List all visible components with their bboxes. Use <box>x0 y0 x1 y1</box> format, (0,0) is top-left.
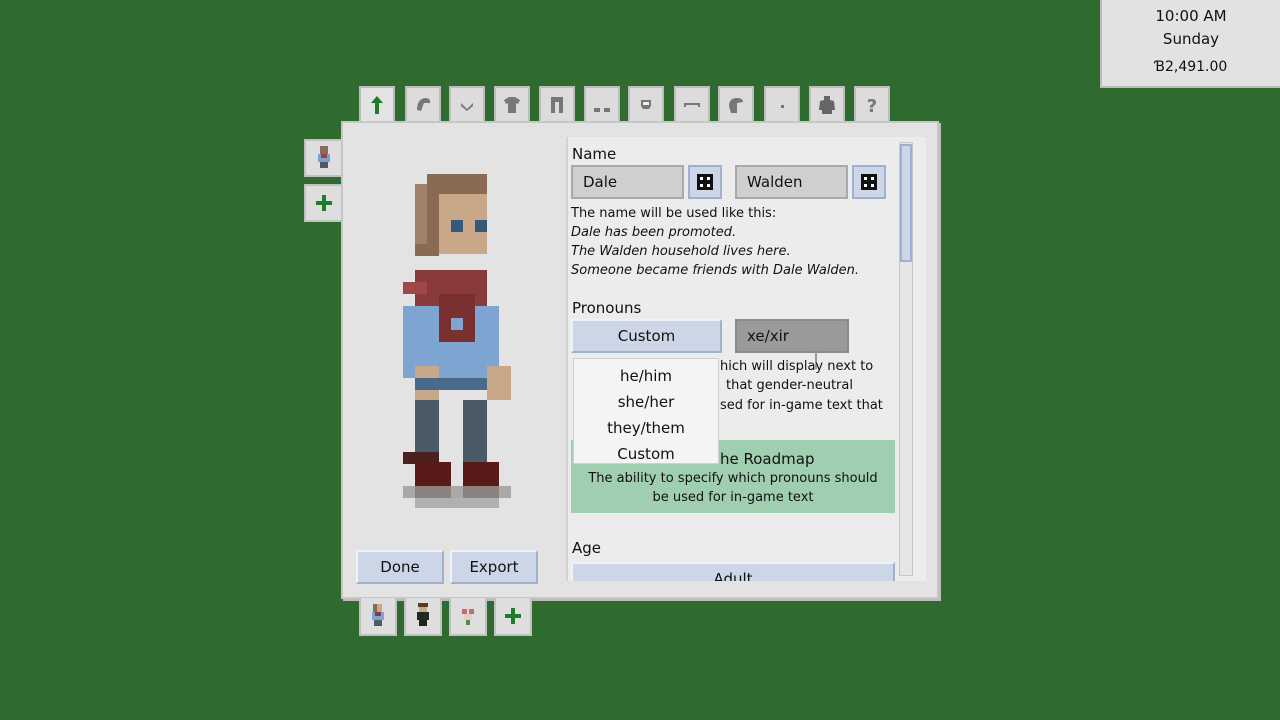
tab-head[interactable] <box>718 86 754 122</box>
pronouns-label: Pronouns <box>572 299 642 317</box>
tab-eyes[interactable] <box>764 86 800 122</box>
pronouns-desc-3: sed for in-game text that <box>720 398 883 413</box>
age-select[interactable]: Adult <box>571 562 895 581</box>
character-avatar-icon <box>417 603 429 626</box>
add-household-member-button[interactable] <box>494 598 532 636</box>
pronouns-select[interactable]: Custom <box>571 319 722 353</box>
character-select-button[interactable] <box>304 139 342 177</box>
shirt-icon <box>504 97 520 113</box>
name-example-1: Dale has been promoted. <box>571 225 737 240</box>
name-label: Name <box>572 145 617 163</box>
character-preview <box>403 174 511 508</box>
household-member-2[interactable] <box>404 598 442 636</box>
last-name-field[interactable]: Walden <box>735 165 848 199</box>
shoes-icon <box>594 108 610 112</box>
add-character-button[interactable] <box>304 184 342 222</box>
pronoun-option-custom[interactable]: Custom <box>574 445 718 463</box>
body-icon <box>371 96 383 114</box>
tab-shirt[interactable] <box>494 86 530 122</box>
age-select-clip: Adult <box>571 562 895 581</box>
randomize-first-name-button[interactable] <box>688 165 722 199</box>
svg-text:?: ? <box>867 96 877 116</box>
tab-shoes[interactable] <box>584 86 620 122</box>
clock-time: 10:00 AM <box>1155 7 1227 25</box>
character-mini-icon <box>318 146 330 168</box>
pronoun-option-he[interactable]: he/him <box>574 367 718 385</box>
tab-pants[interactable] <box>539 86 575 122</box>
character-avatar-icon <box>372 604 384 626</box>
money-display: Ɓ2,491.00 <box>1154 59 1228 75</box>
head-icon <box>729 98 743 113</box>
clock-panel: 10:00 AM Sunday Ɓ2,491.00 <box>1100 0 1280 88</box>
tab-hat[interactable] <box>628 86 664 122</box>
tab-body[interactable] <box>359 86 395 122</box>
eyebrows-icon <box>684 103 700 107</box>
pronoun-option-they[interactable]: they/them <box>574 419 718 437</box>
tab-beard[interactable] <box>449 86 485 122</box>
name-example-2: The Walden household lives here. <box>571 244 791 259</box>
pants-icon <box>551 97 563 113</box>
tab-hair[interactable] <box>405 86 441 122</box>
export-button[interactable]: Export <box>450 550 538 584</box>
first-name-field[interactable]: Dale <box>571 165 684 199</box>
pronoun-option-she[interactable]: she/her <box>574 393 718 411</box>
hat-icon <box>641 100 651 109</box>
roadmap-line-2: be used for in-game text <box>652 490 814 505</box>
pronoun-dropdown: he/him she/her they/them Custom <box>573 358 719 464</box>
tab-help[interactable]: ? <box>854 86 890 122</box>
clock-day: Sunday <box>1162 30 1220 48</box>
roadmap-title: he Roadmap <box>720 450 815 468</box>
plus-icon <box>505 608 521 624</box>
done-button[interactable]: Done <box>356 550 444 584</box>
outfit-icon <box>819 96 835 114</box>
roadmap-line-1: The ability to specify which pronouns sh… <box>588 471 878 486</box>
name-usage-intro: The name will be used like this: <box>571 206 777 221</box>
plus-icon <box>316 195 332 211</box>
tab-outfit[interactable] <box>809 86 845 122</box>
household-member-1[interactable] <box>359 598 397 636</box>
household-pet[interactable] <box>449 598 487 636</box>
scrollbar-thumb[interactable] <box>900 144 912 262</box>
help-icon: ? <box>867 96 877 116</box>
eye-icon <box>781 105 784 108</box>
name-example-3: Someone became friends with Dale Walden. <box>571 263 860 278</box>
pronouns-desc-2: that gender-neutral <box>726 378 853 393</box>
age-label: Age <box>572 539 602 557</box>
hair-icon <box>417 98 431 111</box>
pronouns-desc-1: hich will display next to <box>720 359 874 374</box>
dice-icon <box>697 174 713 190</box>
pet-icon <box>462 609 474 625</box>
beard-icon <box>461 103 473 111</box>
custom-pronoun-field[interactable]: xe/xir <box>735 319 849 353</box>
tab-eyebrows[interactable] <box>674 86 710 122</box>
randomize-last-name-button[interactable] <box>852 165 886 199</box>
dice-icon <box>861 174 877 190</box>
